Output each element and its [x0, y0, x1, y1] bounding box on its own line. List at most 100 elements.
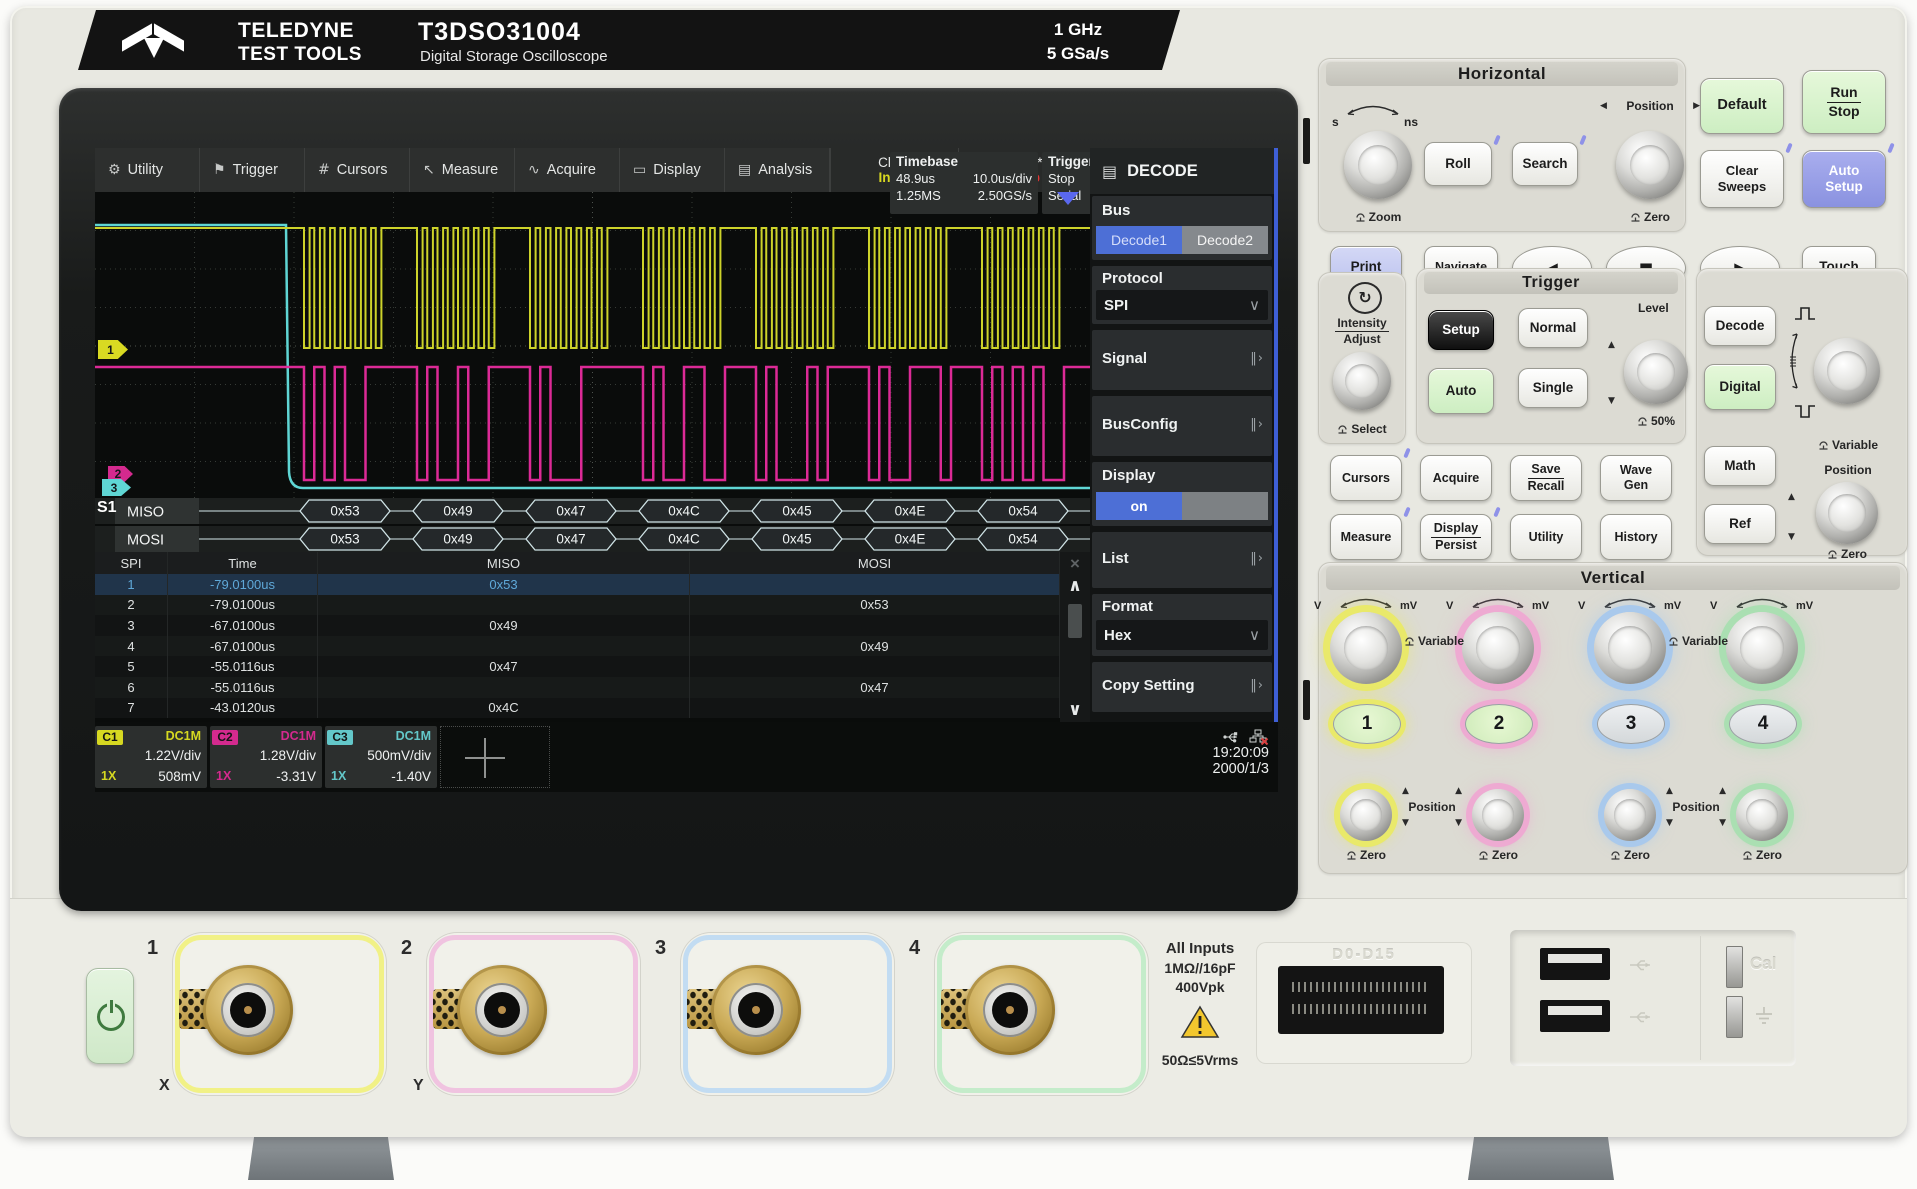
trigger-position-marker[interactable]	[1057, 192, 1079, 205]
variable-label: Variable	[1662, 634, 1734, 648]
roll-button[interactable]: Roll	[1424, 142, 1492, 186]
display-on-toggle[interactable]: on	[1096, 492, 1268, 520]
bnc-connector[interactable]	[965, 965, 1055, 1055]
bnc-connector[interactable]	[457, 965, 547, 1055]
horizontal-zero-label: Zero	[1616, 210, 1684, 224]
channel-status-C3[interactable]: C3 DC1M 500mV/div 1X -1.40V	[325, 726, 437, 788]
menu-item-measure[interactable]: ↖ Measure	[410, 148, 515, 192]
vertical-scale-knob-ch4[interactable]	[1726, 612, 1798, 684]
utility-button[interactable]: Utility	[1510, 514, 1582, 560]
svg-text:0x53: 0x53	[330, 532, 359, 547]
usb-port-2[interactable]	[1540, 1000, 1610, 1032]
cal-output-pin[interactable]	[1726, 946, 1743, 988]
horizontal-scale-knob[interactable]	[1344, 131, 1412, 199]
table-row[interactable]: 5-55.0116us0x47	[95, 656, 1060, 677]
menu-item-analysis[interactable]: ▤ Analysis	[725, 148, 830, 192]
intensity-knob[interactable]	[1333, 352, 1391, 410]
search-button[interactable]: Search	[1512, 142, 1578, 186]
acquire-button[interactable]: Acquire	[1420, 455, 1492, 501]
decode-button[interactable]: Decode	[1704, 306, 1776, 346]
vertical-scale-knob-ch1[interactable]	[1330, 612, 1402, 684]
history-button[interactable]: History	[1600, 514, 1672, 560]
ref-position-knob[interactable]	[1816, 482, 1878, 544]
trigger-auto-button[interactable]: Auto	[1428, 368, 1494, 414]
usb-port-1[interactable]	[1540, 948, 1610, 980]
menu-item-display[interactable]: ▭ Display	[620, 148, 725, 192]
channel-3-button[interactable]: 3	[1597, 704, 1665, 744]
menu-item-acquire[interactable]: ∿ Acquire	[515, 148, 620, 192]
vertical-title: Vertical	[1326, 566, 1900, 590]
digital-variable-knob[interactable]	[1814, 338, 1880, 404]
decode1-tab[interactable]: Decode1	[1096, 226, 1182, 254]
channel-2-button[interactable]: 2	[1465, 704, 1533, 744]
busconfig-block[interactable]: BusConfig‖›	[1092, 396, 1272, 456]
math-button[interactable]: Math	[1704, 446, 1776, 486]
channel-4-button[interactable]: 4	[1729, 704, 1797, 744]
vertical-position-knob-ch3[interactable]	[1604, 789, 1656, 841]
bnc-connector[interactable]	[711, 965, 801, 1055]
format-block: Format Hex∨	[1092, 594, 1272, 656]
channel-status-C1[interactable]: C1 DC1M 1.22V/div 1X 508mV	[95, 726, 207, 788]
menu-item-trigger[interactable]: ⚑ Trigger	[200, 148, 305, 192]
scroll-down-icon[interactable]: ∨	[1068, 700, 1082, 720]
list-block[interactable]: List‖›	[1092, 532, 1272, 588]
cal-ground-pin[interactable]	[1726, 996, 1743, 1038]
model-number: T3DSO31004	[418, 18, 581, 47]
table-row[interactable]: 2-79.0100us0x53	[95, 595, 1060, 616]
default-button[interactable]: Default	[1700, 78, 1784, 134]
v-label: V	[1710, 601, 1717, 612]
table-row[interactable]: 3-67.0100us0x49	[95, 615, 1060, 636]
timebase-status[interactable]: Timebase 48.9us10.0us/div 1.25MS2.50GS/s	[890, 152, 1038, 214]
auto-setup-button[interactable]: AutoSetup	[1802, 150, 1886, 208]
wave-gen-button[interactable]: WaveGen	[1600, 455, 1672, 501]
bnc-number: 1	[147, 937, 158, 960]
measure-button[interactable]: Measure	[1330, 514, 1402, 560]
horizontal-position-knob[interactable]	[1616, 131, 1684, 199]
channel-1-button[interactable]: 1	[1333, 704, 1401, 744]
trigger-setup-button[interactable]: Setup	[1428, 310, 1494, 350]
cursors-button[interactable]: Cursors	[1330, 455, 1402, 501]
digital-connector[interactable]	[1278, 966, 1444, 1034]
channel-status-C2[interactable]: C2 DC1M 1.28V/div 1X -3.31V	[210, 726, 322, 788]
decode-panel-title: DECODE	[1127, 162, 1198, 181]
mv-label: mV	[1400, 601, 1417, 612]
table-row[interactable]: 6-55.0116us0x47	[95, 677, 1060, 698]
digital-button[interactable]: Digital	[1704, 364, 1776, 410]
bnc-input-3[interactable]: 3	[681, 933, 894, 1095]
scroll-thumb[interactable]	[1068, 604, 1082, 638]
scroll-up-icon[interactable]: ∧	[1068, 576, 1082, 596]
display-persist-button[interactable]: DisplayPersist	[1420, 514, 1492, 560]
vertical-position-knob-ch1[interactable]	[1340, 789, 1392, 841]
table-close-icon[interactable]: ×	[1063, 554, 1087, 574]
format-select[interactable]: Hex∨	[1096, 620, 1268, 650]
svg-text:0x4C: 0x4C	[668, 532, 700, 547]
trigger-single-button[interactable]: Single	[1518, 368, 1588, 408]
vertical-position-knob-ch4[interactable]	[1736, 789, 1788, 841]
bnc-input-4[interactable]: 4	[935, 933, 1148, 1095]
copy-setting-block[interactable]: Copy Setting‖›	[1092, 662, 1272, 712]
table-scrollbar[interactable]: ∧ ∨	[1060, 552, 1090, 722]
chevron-down-icon: ∨	[1249, 296, 1260, 314]
ref-button[interactable]: Ref	[1704, 504, 1776, 544]
protocol-select[interactable]: SPI∨	[1096, 290, 1268, 320]
menu-item-utility[interactable]: ⚙ Utility	[95, 148, 200, 192]
table-row[interactable]: 7-43.0120us0x4C	[95, 698, 1060, 719]
bnc-input-1[interactable]: 1 X	[173, 933, 386, 1095]
run-stop-button[interactable]: RunStop	[1802, 70, 1886, 134]
menu-item-cursors[interactable]: # Cursors	[305, 148, 410, 192]
vertical-position-knob-ch2[interactable]	[1472, 789, 1524, 841]
save-recall-button[interactable]: SaveRecall	[1510, 455, 1582, 501]
trigger-normal-button[interactable]: Normal	[1518, 308, 1588, 348]
table-row[interactable]: 1-79.0100us0x53	[95, 574, 1060, 595]
vertical-scale-knob-ch2[interactable]	[1462, 612, 1534, 684]
signal-block[interactable]: Signal‖›	[1092, 330, 1272, 390]
trigger-level-knob[interactable]	[1624, 340, 1688, 404]
bnc-input-2[interactable]: 2 Y	[427, 933, 640, 1095]
decode2-tab[interactable]: Decode2	[1182, 226, 1268, 254]
power-button[interactable]	[86, 968, 134, 1064]
table-row[interactable]: 4-67.0100us0x49	[95, 636, 1060, 657]
vertical-scale-knob-ch3[interactable]	[1594, 612, 1666, 684]
clear-sweeps-button[interactable]: ClearSweeps	[1700, 150, 1784, 208]
ns-label: ns	[1404, 116, 1418, 128]
bnc-connector[interactable]	[203, 965, 293, 1055]
